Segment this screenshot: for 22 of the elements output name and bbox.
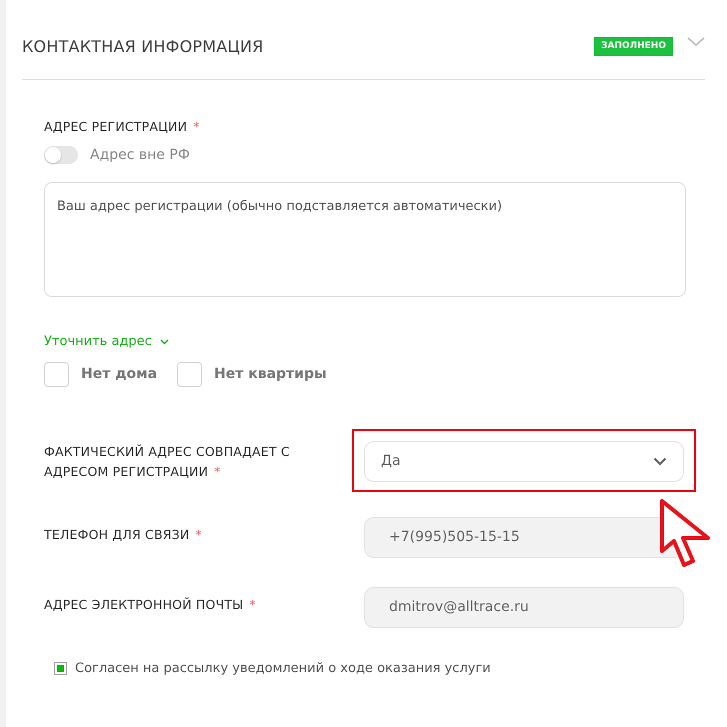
refine-address-link[interactable]: Уточнить адрес bbox=[44, 332, 169, 352]
toggle-switch[interactable] bbox=[44, 146, 78, 164]
checkbox-label: Согласен на рассылку уведомлений о ходе оказания услуги bbox=[75, 660, 491, 678]
toggle-label: Адрес вне РФ bbox=[90, 146, 190, 165]
checkbox[interactable] bbox=[177, 362, 202, 387]
input-field[interactable]: dmitrov@alltrace.ru bbox=[364, 586, 684, 628]
status-badge: ЗАПОЛНЕНО bbox=[594, 36, 673, 56]
section-title: КОНТАКТНАЯ ИНФОРМАЦИЯ bbox=[22, 36, 264, 58]
field-label: ТЕЛЕФОН ДЛЯ СВЯЗИ * bbox=[44, 526, 203, 544]
checkbox[interactable] bbox=[44, 362, 69, 387]
checkbox-label: Нет квартиры bbox=[214, 364, 327, 384]
address-field[interactable]: Ваш адрес регистрации (обычно подставляется автоматически) bbox=[44, 182, 686, 297]
chevron-down-icon bbox=[653, 456, 667, 466]
field-label: АДРЕС РЕГИСТРАЦИИ bbox=[44, 119, 188, 134]
field-label: ФАКТИЧЕСКИЙ АДРЕС СОВПАДАЕТ С АДРЕСОМ РЕГИСТРАЦИИ * bbox=[44, 442, 291, 481]
checkbox-label: Нет дома bbox=[81, 364, 158, 384]
checkbox[interactable] bbox=[54, 662, 67, 675]
dropdown-field[interactable]: Да bbox=[364, 440, 684, 482]
chevron-down-icon bbox=[160, 338, 169, 344]
field-label: АДРЕС ЭЛЕКТРОННОЙ ПОЧТЫ * bbox=[44, 596, 257, 614]
chevron-down-icon[interactable] bbox=[687, 36, 705, 46]
required-mark: * bbox=[193, 119, 200, 134]
